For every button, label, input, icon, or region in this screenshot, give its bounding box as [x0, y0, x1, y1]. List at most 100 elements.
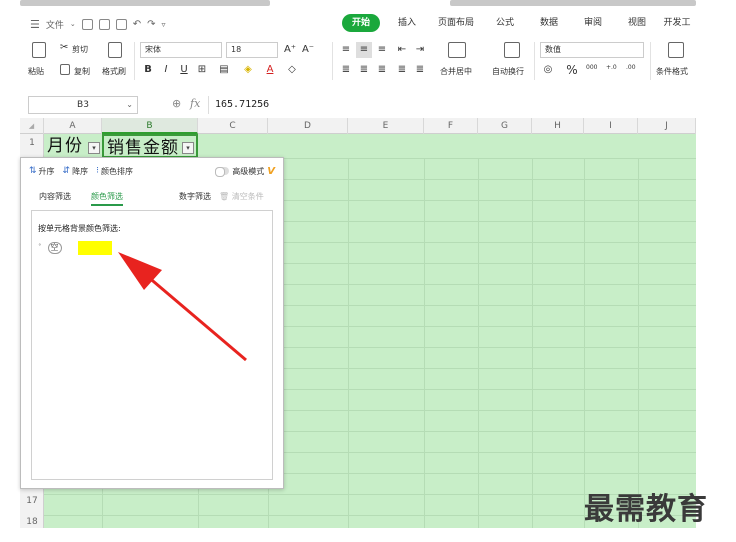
align-top-icon[interactable]: ≡	[338, 42, 354, 58]
merge-center-button[interactable]: 合并居中	[440, 66, 472, 77]
column-header-d[interactable]: D	[268, 118, 348, 134]
tab-color-filter[interactable]: 颜色筛选	[91, 188, 123, 206]
bold-button[interactable]: B	[140, 62, 156, 78]
fill-color-icon[interactable]: ◈	[240, 62, 256, 78]
redo-icon[interactable]: ↷	[147, 19, 155, 30]
copy-button[interactable]: 复制	[74, 66, 90, 77]
font-name-select[interactable]: 宋体	[140, 42, 222, 58]
filter-dropdown-button-b[interactable]: ▾	[182, 142, 194, 154]
conditional-format-button[interactable]: 条件格式	[656, 66, 688, 77]
formula-bar: B3 ⌄ ⊕ fx 165.71256	[20, 94, 696, 116]
currency-icon[interactable]: ◎	[540, 62, 556, 78]
column-header-e[interactable]: E	[348, 118, 424, 134]
border-icon[interactable]: ⊞	[194, 62, 210, 78]
align-middle-icon[interactable]: ≡	[356, 42, 372, 58]
paste-icon[interactable]	[32, 42, 46, 58]
decrease-decimal-button[interactable]: .00	[626, 64, 636, 71]
italic-button[interactable]: I	[158, 62, 174, 78]
wrap-text-button[interactable]: 自动换行	[492, 66, 524, 77]
filter-dropdown-button-a[interactable]: ▾	[88, 142, 100, 154]
percent-button[interactable]: %	[564, 62, 580, 78]
quick-access-bar: ☰ 文件 ⌄ ↶ ↷ ▿	[20, 18, 166, 31]
indent-decrease-icon[interactable]: ⇤	[394, 42, 410, 58]
empty-color-option[interactable]: 空	[47, 242, 62, 254]
fill-style-icon[interactable]: ▤	[216, 62, 232, 78]
align-bottom-icon[interactable]: ≡	[374, 42, 390, 58]
tab-data[interactable]: 数据	[538, 14, 560, 32]
print-preview-icon[interactable]	[115, 18, 127, 30]
tab-page-layout[interactable]: 页面布局	[436, 14, 476, 32]
row-header-18[interactable]: 18	[20, 517, 44, 527]
align-center-icon[interactable]: ≣	[356, 62, 372, 78]
print-icon[interactable]	[98, 18, 110, 30]
column-header-i[interactable]: I	[584, 118, 638, 134]
yellow-color-swatch[interactable]	[77, 241, 112, 255]
conditional-format-icon[interactable]	[668, 42, 684, 58]
tab-formulas[interactable]: 公式	[494, 14, 516, 32]
column-header-a[interactable]: A	[44, 118, 102, 134]
zoom-icon[interactable]: ⊕	[172, 97, 181, 110]
format-painter-icon[interactable]	[108, 42, 122, 58]
sort-descending-button[interactable]: ⇵ 降序	[63, 166, 89, 177]
cut-button[interactable]: 剪切	[72, 44, 88, 55]
wrap-text-icon[interactable]	[504, 42, 520, 58]
formula-input[interactable]: 165.71256	[208, 96, 696, 114]
customize-icon[interactable]: ▿	[162, 20, 166, 29]
column-header-b[interactable]: B	[102, 118, 198, 134]
tab-review[interactable]: 审阅	[582, 14, 604, 32]
row-header-1[interactable]: 1	[20, 138, 44, 148]
cell-reference: B3	[77, 100, 89, 110]
toggle-switch[interactable]	[215, 167, 230, 177]
scissors-icon[interactable]: ✂	[60, 42, 68, 53]
font-size-value: 18	[231, 45, 242, 54]
align-right-icon[interactable]: ≣	[374, 62, 390, 78]
hamburger-icon[interactable]: ☰	[30, 18, 40, 31]
row-header-17[interactable]: 17	[20, 496, 44, 506]
save-icon[interactable]	[81, 18, 93, 30]
sort-descending-label: 降序	[72, 166, 89, 176]
advanced-mode-toggle[interactable]: 高级模式 V	[215, 162, 275, 180]
select-all-corner[interactable]: ◢	[20, 118, 44, 134]
tab-developer[interactable]: 开发工	[662, 14, 692, 32]
file-menu[interactable]: 文件	[46, 18, 64, 31]
format-painter-button[interactable]: 格式刷	[102, 66, 126, 77]
thousands-button[interactable]: 000	[586, 64, 597, 71]
sort-ascending-button[interactable]: ⇅ 升序	[29, 166, 55, 177]
radio-icon[interactable]: ˚	[38, 244, 42, 252]
distributed-icon[interactable]: ≣	[412, 62, 428, 78]
column-header-c[interactable]: C	[198, 118, 268, 134]
name-box[interactable]: B3 ⌄	[28, 96, 138, 114]
align-left-icon[interactable]: ≣	[338, 62, 354, 78]
number-filter-button[interactable]: 数字筛选	[179, 188, 211, 206]
font-shrink-button[interactable]: A⁻	[300, 42, 316, 58]
color-sort-button[interactable]: ⁝ 颜色排序	[96, 166, 133, 177]
undo-icon[interactable]: ↶	[133, 19, 141, 30]
column-header-h[interactable]: H	[532, 118, 584, 134]
justify-icon[interactable]: ≣	[394, 62, 410, 78]
tab-content-filter[interactable]: 内容筛选	[39, 188, 71, 206]
function-icon[interactable]: fx	[190, 97, 200, 110]
tab-insert[interactable]: 插入	[396, 14, 418, 32]
merge-center-icon[interactable]	[448, 42, 466, 58]
clear-format-icon[interactable]: ◇	[284, 62, 300, 78]
font-color-icon[interactable]: A	[262, 62, 278, 78]
chevron-down-icon[interactable]: ⌄	[126, 97, 133, 113]
tab-view[interactable]: 视图	[626, 14, 648, 32]
paste-button[interactable]: 粘贴	[28, 66, 44, 77]
column-header-j[interactable]: J	[638, 118, 696, 134]
tab-home[interactable]: 开始	[342, 14, 380, 32]
column-header-g[interactable]: G	[478, 118, 532, 134]
font-grow-button[interactable]: A⁺	[282, 42, 298, 58]
underline-button[interactable]: U	[176, 62, 192, 78]
clear-conditions-button[interactable]: 🗑 清空条件	[219, 188, 264, 206]
increase-decimal-button[interactable]: +.0	[606, 64, 617, 71]
chevron-down-icon[interactable]: ⌄	[70, 20, 76, 28]
number-format-select[interactable]: 数值	[540, 42, 644, 58]
font-size-select[interactable]: 18	[226, 42, 278, 58]
copy-icon[interactable]	[60, 64, 70, 75]
sort-ascending-label: 升序	[38, 166, 55, 176]
column-header-f[interactable]: F	[424, 118, 478, 134]
indent-increase-icon[interactable]: ⇥	[412, 42, 428, 58]
filter-sort-bar: ⇅ 升序 ⇵ 降序 ⁝ 颜色排序 高级模式 V	[21, 162, 283, 180]
ribbon-divider	[332, 42, 333, 80]
